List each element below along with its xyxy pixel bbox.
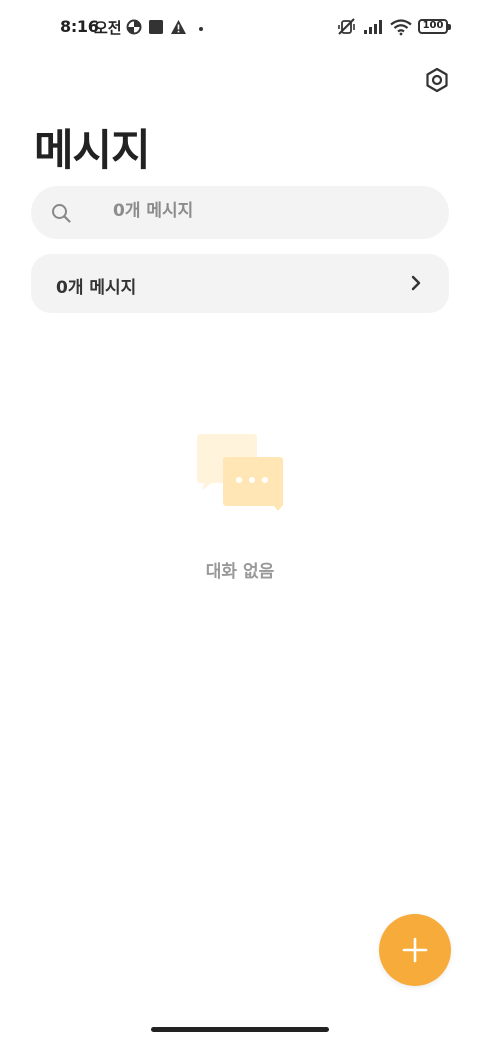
signal-icon [364,20,382,34]
status-bar: 8:16 오전 100 [0,0,480,56]
dot-icon [199,27,203,31]
settings-icon [426,67,448,93]
status-time: 8:16 [60,17,99,36]
warning-icon [171,20,186,34]
search-bar[interactable] [31,186,449,239]
settings-button[interactable] [420,63,454,97]
data-saver-icon [126,19,142,35]
empty-state-text: 대화 없음 [205,562,275,582]
battery-level: 100 [422,20,444,31]
home-indicator[interactable] [151,1027,329,1032]
status-ampm: 오전 [94,19,122,37]
battery-icon: 100 [418,19,451,34]
plus-icon [402,937,428,963]
square-notification-icon [149,20,163,34]
new-message-button[interactable] [379,914,451,986]
chat-bubbles-icon [197,434,283,511]
page-title: 메시지 [34,126,151,176]
mute-icon [338,18,355,35]
message-count-row[interactable]: 0개 메시지 [31,254,449,313]
message-count-label: 0개 메시지 [56,278,137,298]
chevron-right-icon [411,275,421,291]
search-input[interactable] [113,201,413,221]
wifi-icon [390,19,412,36]
search-icon [52,204,71,223]
